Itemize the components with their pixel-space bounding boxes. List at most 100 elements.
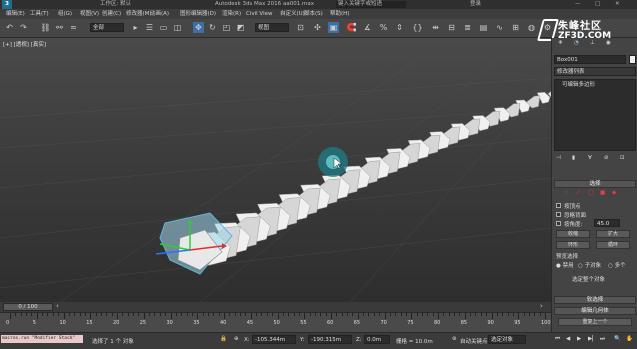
shrink-button[interactable]: 收缩 (556, 230, 590, 238)
menu-item-8[interactable]: 渲染(R) (222, 9, 241, 19)
by-vertex-checkbox[interactable] (556, 203, 561, 208)
show-end-result-icon[interactable]: ▮ (572, 155, 575, 161)
preview-multi-radio[interactable]: ○ 多个 (608, 261, 626, 269)
pivot-center-icon[interactable]: ⊡ (295, 22, 306, 33)
preview-off-radio[interactable]: ● 禁用 (556, 261, 574, 269)
minimize-button[interactable]: — (575, 0, 581, 9)
angle-spinner[interactable]: 45.0 (594, 219, 620, 227)
menu-item-0[interactable]: 编辑(E) (6, 9, 25, 19)
pin-stack-icon[interactable]: ⊣ (556, 155, 561, 161)
ring-button[interactable]: 环形 (556, 241, 590, 249)
menu-item-11[interactable]: 脚本(S) (304, 9, 323, 19)
menu-item-5[interactable]: 修改器(M) (126, 9, 152, 19)
app-logo-icon[interactable]: 3 (2, 0, 12, 9)
window-crossing-icon[interactable]: ◫ (172, 22, 183, 33)
x-coordinate-field[interactable]: -105.344m (252, 335, 296, 344)
preview-subobj-radio[interactable]: ○ 子对象 (578, 261, 601, 269)
menu-item-7[interactable]: 图形编辑器(D) (180, 9, 216, 19)
selection-filter-dropdown[interactable]: 全部 (90, 23, 124, 32)
rotate-icon[interactable]: ↻ (207, 22, 218, 33)
scale-icon[interactable]: ◰ (221, 22, 232, 33)
edit-geometry-rollout[interactable]: 编辑几何体 (554, 307, 636, 315)
go-to-end-icon[interactable]: ⏭ (600, 336, 605, 343)
stack-item-editable-poly[interactable]: 可编辑多边形 (556, 81, 634, 89)
selection-rollout[interactable]: 选择 (554, 180, 636, 188)
pan-icon[interactable]: ✋ (626, 336, 633, 342)
make-unique-icon[interactable]: ∀ (588, 155, 592, 161)
remove-modifier-icon[interactable]: ⊘ (604, 155, 609, 161)
menu-item-1[interactable]: 工具(T) (30, 9, 49, 19)
layer-manager-icon[interactable]: ≣ (462, 22, 473, 33)
maxscript-listener[interactable]: macros.run "Modifier Stack" (1, 335, 83, 343)
select-object-icon[interactable]: ▸ (130, 22, 141, 33)
add-time-tag-icon[interactable]: ⊛ (452, 336, 457, 342)
menu-item-12[interactable]: 帮助(H) (330, 9, 349, 19)
y-coordinate-field[interactable]: -190.315m (308, 335, 352, 344)
close-button[interactable]: ✕ (615, 0, 620, 9)
search-input[interactable]: 键入关键字或短语 (336, 1, 406, 8)
angle-snap-icon[interactable]: ∡ (362, 22, 373, 33)
maximize-button[interactable]: □ (595, 0, 600, 9)
transform-type-in-icon[interactable]: ⊕ (234, 336, 239, 342)
menu-item-6[interactable]: 动画(A) (150, 9, 169, 19)
perspective-viewport[interactable]: [+] [透视] [真实] (0, 38, 551, 302)
mirror-icon[interactable]: ⇹ (430, 22, 441, 33)
vertex-mode-icon[interactable]: ⁙ (564, 190, 569, 196)
element-mode-icon[interactable]: ◆ (612, 190, 616, 196)
border-mode-icon[interactable]: ◯ (588, 190, 594, 196)
login-link[interactable]: 登录 (470, 0, 481, 9)
next-frame-icon[interactable]: ▶▏ (588, 336, 596, 342)
time-slider[interactable]: 0 / 100 ‹ › (0, 302, 551, 312)
menu-item-4[interactable]: 创建(C) (102, 9, 121, 19)
motion-tab-icon[interactable]: ◉ (606, 40, 611, 46)
loop-button[interactable]: 循环 (596, 241, 630, 249)
menu-item-3[interactable]: 视图(V) (80, 9, 99, 19)
selection-set-dropdown[interactable]: 选定对象 (488, 335, 526, 344)
align-icon[interactable]: ⊟ (446, 22, 457, 33)
placement-icon[interactable]: ◩ (235, 22, 246, 33)
selected-box-highlight[interactable] (159, 212, 233, 275)
play-icon[interactable]: ▶ (577, 336, 581, 342)
lock-selection-icon[interactable]: 🔒 (220, 336, 227, 342)
link-icon[interactable]: ⛓ (40, 22, 51, 33)
unlink-icon[interactable]: ⚯ (54, 22, 65, 33)
object-color-swatch[interactable] (629, 55, 636, 64)
time-prev-icon[interactable]: ‹ (56, 302, 59, 310)
menu-item-2[interactable]: 组(G) (58, 9, 72, 19)
modify-tab-icon[interactable]: ◔ (574, 40, 579, 46)
track-bar[interactable]: 0 5 10 15 20 25 30 35 40 45 50 55 60 65 70 75 80 85 90 95 10… (0, 312, 551, 332)
viewport-label[interactable]: [+] [透视] [真实] (3, 40, 46, 48)
select-by-name-icon[interactable]: ☰ (144, 22, 155, 33)
ribbon-icon[interactable]: ▤ (478, 22, 489, 33)
move-icon[interactable]: ✥ (193, 22, 204, 33)
prev-frame-icon[interactable]: ◀ (566, 336, 570, 342)
configure-sets-icon[interactable]: ⊡ (620, 155, 625, 161)
time-slider-thumb[interactable]: 0 / 100 (3, 303, 53, 311)
by-angle-checkbox[interactable] (556, 221, 561, 226)
grow-button[interactable]: 扩大 (596, 230, 630, 238)
rect-selection-icon[interactable]: ▭ (158, 22, 169, 33)
edge-mode-icon[interactable]: ⟋ (576, 190, 580, 197)
reference-coordinate-dropdown[interactable]: 视图 (255, 23, 289, 32)
edit-named-selection-icon[interactable]: {} (412, 22, 423, 33)
undo-icon[interactable]: ↶ (4, 22, 15, 33)
keyboard-shortcut-icon[interactable]: ▣ (328, 22, 339, 33)
twisted-box-chain[interactable] (192, 88, 551, 266)
polygon-mode-icon[interactable]: ■ (600, 190, 605, 196)
bind-spacewarp-icon[interactable]: ≈ (68, 22, 79, 33)
redo-icon[interactable]: ↷ (18, 22, 29, 33)
go-to-start-icon[interactable]: ⏮ (555, 336, 560, 343)
hierarchy-tab-icon[interactable]: ⊥ (590, 40, 595, 46)
percent-snap-icon[interactable]: % (378, 22, 389, 33)
menu-item-10[interactable]: 自定义(U) (280, 9, 305, 19)
soft-selection-rollout[interactable]: 软选择 (554, 296, 636, 304)
spinner-snap-icon[interactable]: ⇕ (394, 22, 405, 33)
z-coordinate-field[interactable]: 0.0m (364, 335, 390, 344)
repeat-last-button[interactable]: 重复上一个 (558, 318, 632, 326)
select-manipulate-icon[interactable]: ✣ (312, 22, 323, 33)
menu-item-9[interactable]: Civil View (246, 9, 272, 19)
time-next-icon[interactable]: › (540, 302, 543, 310)
snap-toggle-icon[interactable]: 🧲 (346, 22, 357, 33)
workspace-dropdown[interactable]: 工作区: 默认 (100, 0, 131, 9)
create-tab-icon[interactable]: ✳ (558, 40, 563, 46)
